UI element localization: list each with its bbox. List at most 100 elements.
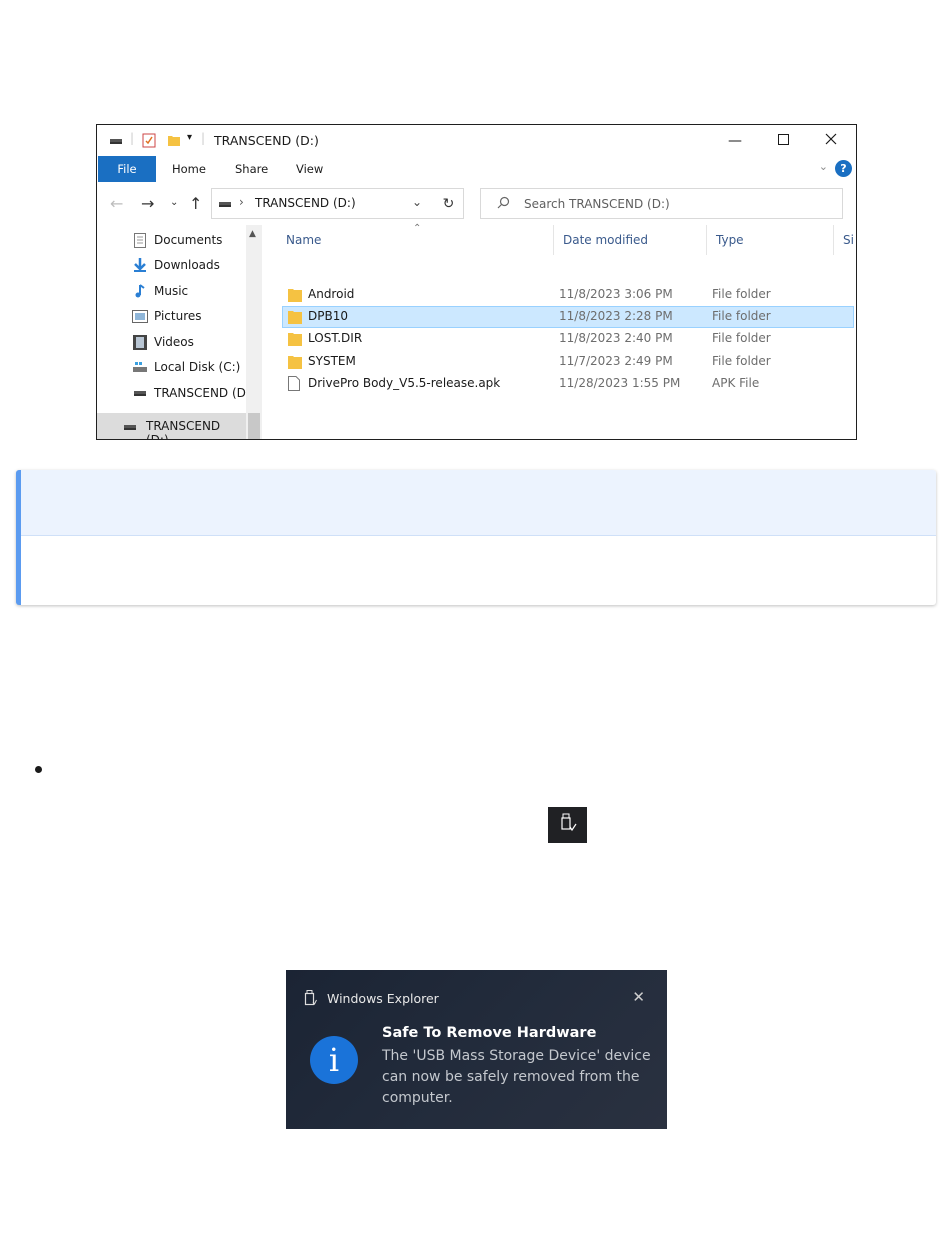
scroll-up-icon[interactable]: ▲ [249,229,256,239]
forward-arrow-icon[interactable]: → [141,194,154,213]
usb-drive-icon [304,990,317,1010]
folder-icon [288,331,302,346]
safely-remove-hardware-tray-icon[interactable] [548,807,587,843]
music-icon [132,283,148,299]
file-list-pane: ⌃ Name Date modified Type Si Android 11/… [262,223,856,439]
refresh-button[interactable]: ↻ [434,188,464,219]
column-divider[interactable] [706,225,707,255]
table-row[interactable]: LOST.DIR 11/8/2023 2:40 PM File folder [282,328,854,350]
navigation-pane: Documents Downloads Music Pictures Video… [97,225,262,440]
file-explorer-window: | ▾ | TRANSCEND (D:) — File Home Share V… [96,124,857,440]
toast-app-name: Windows Explorer [327,991,439,1006]
file-date: 11/7/2023 2:49 PM [559,354,673,368]
toast-message: The 'USB Mass Storage Device' device can… [382,1048,651,1106]
column-header-type[interactable]: Type [716,233,744,247]
ribbon-expand-icon[interactable]: ⌄ [819,160,828,173]
usb-drive-icon [559,813,577,837]
recent-locations-chevron-icon[interactable]: ⌄ [170,197,178,208]
local-disk-icon [132,359,148,375]
tab-share[interactable]: Share [235,156,268,182]
documents-icon [132,232,148,248]
nav-item-transcend[interactable]: TRANSCEND (D: [132,383,250,403]
nav-item-label: Documents [154,233,223,247]
nav-item-label: Music [154,284,189,298]
address-dropdown-icon[interactable]: ⌄ [412,195,422,209]
nav-item-pictures[interactable]: Pictures [132,306,202,326]
folder-icon [288,309,302,324]
folder-icon [288,354,302,369]
column-divider[interactable] [833,225,834,255]
videos-icon [132,334,148,350]
file-type: File folder [712,354,771,368]
column-header-size[interactable]: Si [843,233,854,247]
file-name: LOST.DIR [308,331,363,345]
tab-home[interactable]: Home [172,156,206,182]
nav-scrollbar[interactable]: ▲ [246,225,262,439]
file-name: DrivePro Body_V5.5-release.apk [308,376,501,390]
sort-ascending-icon: ⌃ [413,223,422,234]
callout-header [21,470,936,536]
nav-item-transcend-selected[interactable]: TRANSCEND (D:) [97,413,246,440]
nav-item-downloads[interactable]: Downloads [132,255,220,275]
table-row-selected[interactable]: DPB10 11/8/2023 2:28 PM File folder [282,306,854,328]
refresh-icon: ↻ [442,195,455,212]
close-button[interactable] [808,125,854,156]
nav-item-label: Local Disk (C:) [154,360,241,374]
close-icon [825,133,837,149]
file-name: SYSTEM [308,354,356,368]
info-callout [16,470,936,605]
table-row[interactable]: Android 11/8/2023 3:06 PM File folder [282,284,854,306]
toast-notification[interactable]: Windows Explorer ✕ i Safe To Remove Hard… [286,970,667,1129]
info-icon: i [310,1036,358,1084]
file-type: File folder [712,287,771,301]
maximize-button[interactable] [760,125,806,156]
file-date: 11/8/2023 2:40 PM [559,331,673,345]
address-bar[interactable]: › TRANSCEND (D:) ⌄ [211,188,464,219]
maximize-icon [777,133,789,149]
nav-item-label: TRANSCEND (D:) [146,419,221,440]
back-arrow-icon[interactable]: ← [110,194,123,213]
drive-icon [132,385,148,401]
file-icon [288,376,302,391]
file-name: Android [308,287,355,301]
pictures-icon [132,308,148,324]
file-type: APK File [712,376,760,390]
column-header-name[interactable]: Name [286,233,321,247]
search-icon [497,196,510,212]
column-header-date[interactable]: Date modified [563,233,648,247]
nav-item-local-disk[interactable]: Local Disk (C:) [132,357,240,377]
file-name: DPB10 [308,309,348,323]
tab-file[interactable]: File [98,156,156,182]
search-placeholder: Search TRANSCEND (D:) [524,197,670,211]
file-type: File folder [712,309,771,323]
nav-item-music[interactable]: Music [132,281,188,301]
title-separator: | [130,131,135,145]
search-input[interactable]: Search TRANSCEND (D:) [480,188,843,219]
quick-access-dropdown-icon[interactable]: ▾ [187,132,192,143]
table-row[interactable]: SYSTEM 11/7/2023 2:49 PM File folder [282,351,854,373]
nav-item-label: Pictures [154,309,202,323]
column-divider[interactable] [553,225,554,255]
minimize-icon: — [728,132,742,149]
downloads-icon [132,257,148,273]
up-arrow-icon[interactable]: ↑ [189,194,202,213]
nav-item-label: Videos [154,335,194,349]
toast-close-icon[interactable]: ✕ [632,988,645,1006]
nav-item-documents[interactable]: Documents [132,230,222,250]
drive-icon [123,421,137,436]
nav-item-videos[interactable]: Videos [132,332,194,352]
tab-view[interactable]: View [296,156,323,182]
address-text: TRANSCEND (D:) [255,196,356,210]
properties-icon[interactable] [142,133,156,151]
window-title: TRANSCEND (D:) [214,133,319,148]
drive-icon [109,133,123,150]
minimize-button[interactable]: — [712,125,758,156]
new-folder-icon[interactable] [167,133,181,150]
breadcrumb-chevron-icon: › [239,195,244,209]
scroll-thumb[interactable] [248,413,260,439]
help-icon[interactable]: ? [835,160,852,177]
drive-icon [218,198,232,213]
table-row[interactable]: DrivePro Body_V5.5-release.apk 11/28/202… [282,373,854,395]
nav-item-label: Downloads [154,258,220,272]
file-type: File folder [712,331,771,345]
